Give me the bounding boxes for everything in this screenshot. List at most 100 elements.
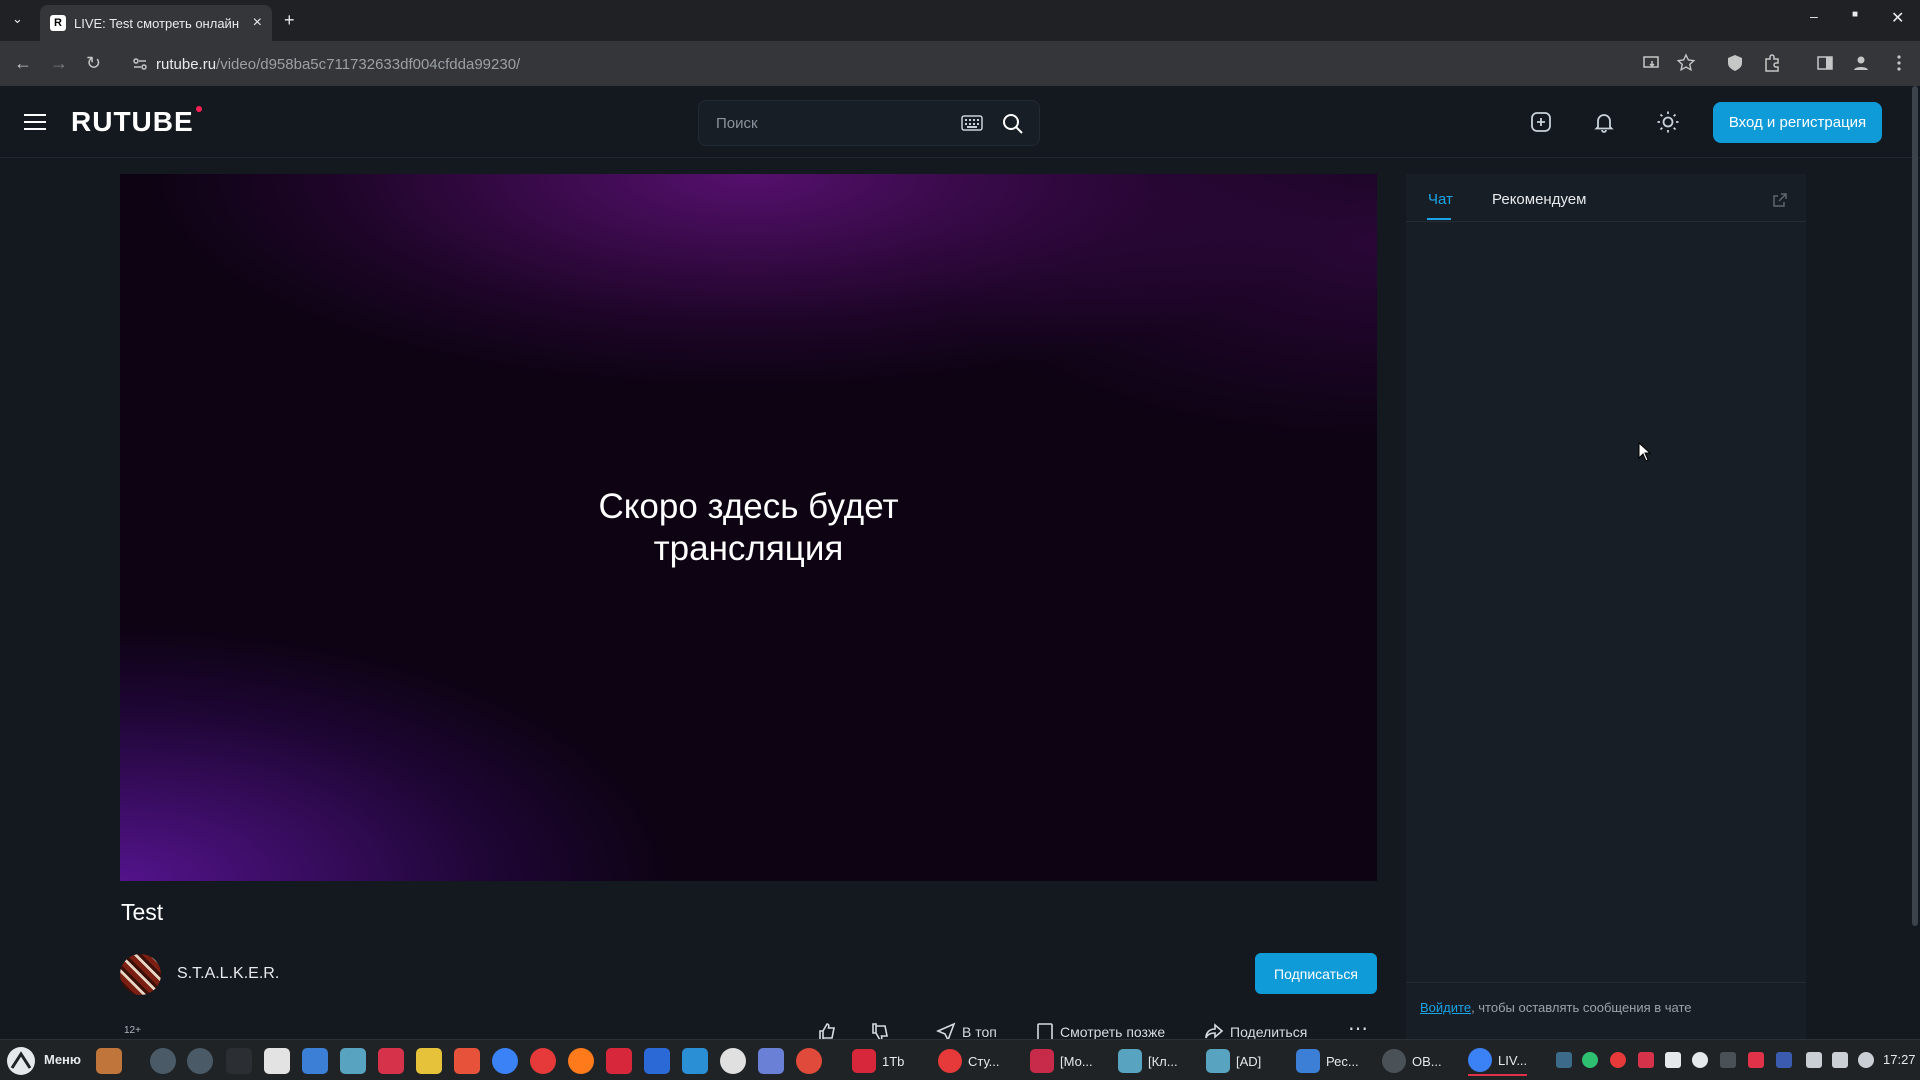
yandex-browser-app-icon[interactable] [530, 1048, 556, 1074]
forward-arrow-icon[interactable]: → [50, 53, 68, 74]
notifications-bell-icon[interactable] [1592, 110, 1616, 134]
upload-video-plus-icon[interactable] [1529, 110, 1553, 134]
back-arrow-icon[interactable]: ← [14, 53, 32, 74]
tray-app-icon[interactable] [1582, 1052, 1598, 1068]
popout-external-icon[interactable] [1772, 192, 1788, 208]
search-icon[interactable] [1002, 113, 1024, 135]
taskbar-window-7[interactable]: ОВ... [1382, 1046, 1442, 1076]
theme-sun-icon[interactable] [1656, 110, 1680, 134]
tray-network-icon[interactable] [1556, 1052, 1572, 1068]
page-scrollbar[interactable] [1912, 86, 1918, 926]
video-player[interactable]: Скоро здесь будет трансляция [120, 174, 1377, 881]
tray-battery-icon[interactable] [1832, 1052, 1848, 1068]
hamburger-menu-icon[interactable] [24, 112, 48, 132]
taskbar-clock[interactable]: 17:27 [1883, 1052, 1916, 1067]
stream-placeholder: Скоро здесь будет трансляция [120, 174, 1377, 881]
install-app-icon[interactable] [1642, 53, 1662, 73]
stream-soon-message: Скоро здесь будет трансляция [598, 486, 899, 568]
taskbar-window-label: Сту... [968, 1053, 1000, 1069]
browser-menu-dots-icon[interactable] [1889, 53, 1909, 73]
firefox-app-icon[interactable] [568, 1048, 594, 1074]
rutube-favicon-icon: R [50, 15, 66, 31]
app-icon-16[interactable] [682, 1048, 708, 1074]
mouse-cursor-icon [1638, 442, 1652, 462]
channel-avatar[interactable] [120, 954, 161, 995]
terminal-app-icon[interactable] [226, 1048, 252, 1074]
rutube-logo[interactable]: RUTUBE [71, 106, 202, 138]
bookmark-star-icon[interactable] [1676, 53, 1696, 73]
tab-chat[interactable]: Чат [1428, 191, 1453, 208]
tab-close-icon[interactable]: × [253, 14, 262, 32]
tray-bluetooth-icon[interactable] [1665, 1052, 1681, 1068]
taskbar-window-8-active[interactable]: LIV... [1468, 1046, 1528, 1076]
tray-eye-icon[interactable] [1692, 1052, 1708, 1068]
app-icon-18[interactable] [758, 1048, 784, 1074]
minimize-window-icon[interactable]: – [1810, 8, 1818, 24]
tray-keyboard-layout-flag-icon[interactable] [1776, 1052, 1792, 1068]
app-icon-8[interactable] [378, 1048, 404, 1074]
start-menu-label[interactable]: Меню [44, 1052, 81, 1067]
address-bar[interactable]: rutube.ru/video/d958ba5c711732633df004cf… [124, 48, 1656, 80]
qbittorrent-app-icon[interactable] [302, 1048, 328, 1074]
login-register-button[interactable]: Вход и регистрация [1713, 102, 1882, 143]
tab-recommended[interactable]: Рекомендуем [1492, 191, 1586, 208]
maximize-window-icon[interactable]: ■ [1852, 9, 1858, 20]
start-menu-logo-icon[interactable] [6, 1046, 36, 1076]
os-taskbar: Меню 1Tb Сту... [Мо... [Кл... [AD] Рес..… [0, 1039, 1920, 1080]
side-panel-tabs: Чат Рекомендуем [1406, 174, 1806, 222]
taskbar-window-1[interactable]: 1Tb [852, 1046, 904, 1076]
notes-app-icon[interactable] [416, 1048, 442, 1074]
active-tab-underline [1427, 218, 1451, 220]
app-icon-14[interactable] [606, 1048, 632, 1074]
profile-icon[interactable] [1851, 53, 1871, 73]
app-icon-7[interactable] [340, 1048, 366, 1074]
video-title: Test [121, 899, 164, 925]
subscribe-button[interactable]: Подписаться [1255, 953, 1377, 994]
chrome-app-icon[interactable] [492, 1048, 518, 1074]
reload-icon[interactable]: ↻ [86, 53, 101, 74]
taskbar-window-4[interactable]: [Кл... [1118, 1046, 1178, 1076]
tab-search-chevron-icon[interactable]: ⌄ [12, 9, 23, 29]
photos-app-icon[interactable] [264, 1048, 290, 1074]
url-host: rutube.ru [156, 55, 217, 73]
tab-title: LIVE: Test смотреть онлайн [74, 15, 239, 31]
close-window-icon[interactable]: ✕ [1891, 8, 1904, 28]
taskbar-window-2[interactable]: Сту... [938, 1046, 1000, 1076]
bluetooth-app-icon[interactable] [644, 1048, 670, 1074]
keyboard-icon[interactable] [961, 114, 983, 132]
more-options-dots-icon[interactable]: ⋯ [1348, 1016, 1368, 1041]
watch-later-label: Смотреть позже [1060, 1024, 1166, 1040]
chat-side-panel: Чат Рекомендуем Войдите, чтобы оставлять… [1406, 174, 1806, 1080]
tray-anydesk-icon[interactable] [1748, 1052, 1764, 1068]
taskbar-window-3[interactable]: [Мо... [1030, 1046, 1093, 1076]
tray-app2-icon[interactable] [1638, 1052, 1654, 1068]
taskbar-window-5[interactable]: [AD] [1206, 1046, 1261, 1076]
search-box [698, 100, 1040, 146]
app-icon-10[interactable] [454, 1048, 480, 1074]
url-path: /video/d958ba5c711732633df004cfdda99230/ [216, 55, 521, 73]
extension-shield-icon[interactable] [1725, 53, 1745, 73]
browser-tab-active[interactable]: R LIVE: Test смотреть онлайн × [40, 5, 272, 41]
new-tab-plus-icon[interactable]: + [284, 10, 295, 30]
tray-yandex-icon[interactable] [1610, 1052, 1626, 1068]
taskbar-window-label: 1Tb [882, 1053, 905, 1069]
chat-login-link[interactable]: Войдите [1420, 1000, 1471, 1015]
file-manager-app-icon[interactable] [96, 1048, 122, 1074]
taskbar-window-6[interactable]: Рес... [1296, 1046, 1359, 1076]
tray-volume-icon[interactable] [1806, 1052, 1822, 1068]
channel-name[interactable]: S.T.A.L.K.E.R. [177, 965, 279, 983]
taskbar-window-label: [Кл... [1148, 1053, 1178, 1069]
chat-login-hint-text: , чтобы оставлять сообщения в чате [1471, 1000, 1692, 1015]
taskbar-window-label: ОВ... [1412, 1053, 1442, 1069]
site-settings-icon[interactable] [132, 56, 148, 72]
chat-login-hint: Войдите, чтобы оставлять сообщения в чат… [1406, 982, 1806, 1032]
app-icon-17[interactable] [720, 1048, 746, 1074]
tray-display-icon[interactable] [1720, 1052, 1736, 1068]
tray-user-icon[interactable] [1858, 1052, 1874, 1068]
app-icon-19[interactable] [796, 1048, 822, 1074]
disk2-app-icon[interactable] [187, 1048, 213, 1074]
search-input[interactable] [716, 114, 946, 132]
extensions-puzzle-icon[interactable] [1762, 53, 1782, 73]
disk-app-icon[interactable] [150, 1048, 176, 1074]
side-panel-icon[interactable] [1815, 53, 1835, 73]
